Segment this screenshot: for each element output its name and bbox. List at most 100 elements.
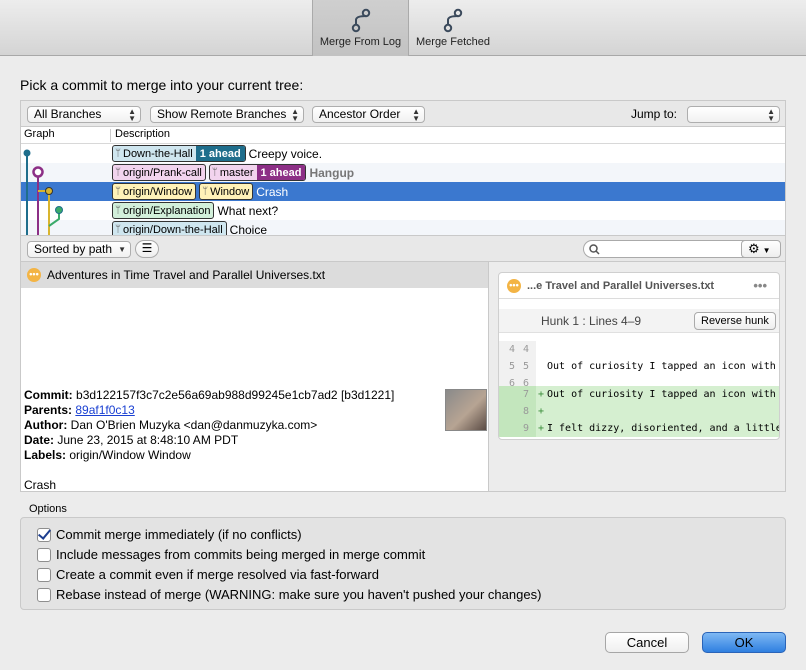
checkbox[interactable] [37,587,51,602]
graph-column-header[interactable]: Graph [24,128,55,140]
commit-message: Creepy voice. [248,146,323,161]
gutter [499,403,536,420]
branch-icon: ᛘ [202,186,209,197]
diff-line: 5 5 Out of curiosity I tapped an icon with [499,358,779,375]
reverse-hunk-button[interactable]: Reverse hunk [694,312,776,330]
graph-node [55,206,63,214]
toolbar: Merge From Log Merge Fetched [0,0,806,56]
new-line-number: 9 [522,423,529,434]
ok-button[interactable]: OK [702,632,786,653]
branch-icon: ᛘ [115,148,121,159]
branch-merge-icon [351,8,370,33]
branch-tag: ᛘ origin/Down-the-Hall [112,221,227,235]
gear-icon: ⚙ [748,241,760,256]
tag-name: origin/Prank-call [123,166,202,179]
graph-node [32,166,44,178]
hunk-header: Hunk 1 : Lines 4–9 Reverse hunk [499,309,779,333]
order-popup[interactable]: Ancestor Order ▲ ▼ [312,106,425,123]
modified-file-icon: ••• [507,278,521,293]
branches-popup[interactable]: All Branches ▲ ▼ [27,106,141,123]
tab-label: Merge Fetched [416,36,490,48]
branch-icon: ᛘ [115,205,121,216]
tab-label: Merge From Log [319,36,402,48]
branch-merge-icon [443,8,463,33]
modified-file-icon: ••• [27,268,41,282]
popup-value: Ancestor Order [319,107,401,121]
search-input[interactable] [583,240,756,258]
commit-row[interactable]: ᛘ Down-the-Hall 1 ahead Creepy voice. [21,144,785,163]
gear-menu-button[interactable]: ⚙ ▼ [741,240,781,258]
description-column-header[interactable]: Description [115,128,170,140]
branch-icon: ᛘ [115,186,121,197]
more-options-icon[interactable]: ••• [753,278,767,293]
ahead-badge: 1 ahead [195,146,245,161]
date-line: Date: June 23, 2015 at 8:48:10 AM PDT [24,433,488,448]
commit-label: Commit: [24,388,73,402]
commit-row[interactable]: ᛘ origin/Prank-call ᛘ master 1 ahead Hangup [21,163,785,182]
commit-message: Choice [229,222,268,236]
date-value: June 23, 2015 at 8:48:10 AM PDT [57,433,239,447]
commit-body: Crash [24,478,57,492]
popup-value: All Branches [34,107,102,121]
jump-to-popup[interactable]: ▲ ▼ [687,106,780,123]
commit-list[interactable]: Graph Description ᛘ Down-the-Hall 1 ahead … [20,126,786,236]
commit-line: Commit: b3d122157f3c7c2e56a69ab988d99245… [24,388,488,403]
merge-fetched-tab[interactable]: Merge Fetched [409,0,497,56]
checkbox[interactable] [37,547,51,562]
file-list: ••• Adventures in Time Travel and Parall… [20,262,489,384]
diff-mark: + [538,389,545,400]
fast-forward-commit-option[interactable]: Create a commit even if merge resolved v… [37,567,379,582]
list-header: Graph Description [21,127,785,144]
include-messages-option[interactable]: Include messages from commits being merg… [37,547,425,562]
parent-link[interactable]: 89af1f0c13 [75,403,134,417]
chevron-down-icon: ▼ [118,245,126,254]
gutter [499,386,536,403]
branch-tag: ᛘ Down-the-Hall 1 ahead [112,145,246,162]
checkbox[interactable] [37,567,51,582]
new-line-number: 7 [522,389,529,400]
diff-file-header: ••• ...e Travel and Parallel Universes.t… [499,273,779,299]
author-label: Author: [24,418,68,432]
commit-row[interactable]: ᛘ origin/Down-the-Hall Choice [21,220,785,236]
labels-value: origin/Window Window [69,448,191,462]
file-row[interactable]: ••• Adventures in Time Travel and Parall… [21,262,489,288]
branch-icon: ᛘ [211,167,218,178]
diff-text: Out of curiosity I tapped an icon with [547,389,776,400]
commit-message: Crash [256,184,289,199]
file-toolbar: Sorted by path ▼ ☰ ⚙ ▼ [20,236,786,262]
commit-sha: b3d122157f3c7c2e56a69ab988d99245e1cb7ad2… [76,388,395,402]
tag-name: origin/Explanation [123,204,211,217]
commit-immediately-option[interactable]: Commit merge immediately (if no conflict… [37,527,302,542]
option-label: Commit merge immediately (if no conflict… [56,527,302,542]
merge-from-log-tab[interactable]: Merge From Log [312,0,409,56]
updown-arrow-icon: ▲ ▼ [412,107,420,123]
list-view-icon[interactable]: ☰ [135,240,159,258]
diff-text: Out of curiosity I tapped an icon with [547,361,776,372]
commit-message: Hangup [309,165,355,180]
rebase-option[interactable]: Rebase instead of merge (WARNING: make s… [37,587,541,602]
commit-row-selected[interactable]: ᛘ origin/Window ᛘ Window Crash [21,182,785,201]
graph-node [23,149,31,157]
date-label: Date: [24,433,55,447]
merge-prompt: Pick a commit to merge into your current… [20,77,304,93]
diff-file-title: ...e Travel and Parallel Universes.txt [527,279,715,292]
ahead-badge: 1 ahead [256,165,306,180]
commit-row[interactable]: ᛘ origin/Explanation What next? [21,201,785,220]
options-group: Commit merge immediately (if no conflict… [20,517,786,610]
new-line-number: 4 [522,344,529,355]
labels-line: Labels: origin/Window Window [24,448,488,463]
file-name: Adventures in Time Travel and Parallel U… [47,268,326,282]
diff-card: ••• ...e Travel and Parallel Universes.t… [498,272,780,440]
checkbox-checked[interactable] [37,527,51,542]
sort-popup[interactable]: Sorted by path ▼ [27,241,131,258]
diff-mark: + [538,423,545,434]
diff-line: 44 [499,341,779,358]
branch-icon: ᛘ [115,167,121,178]
commit-message: What next? [217,203,279,218]
cancel-button[interactable]: Cancel [605,632,689,653]
remote-branches-popup[interactable]: Show Remote Branches ▲ ▼ [150,106,304,123]
option-label: Include messages from commits being merg… [56,547,426,562]
updown-arrow-icon: ▲ ▼ [767,107,775,123]
branch-tag: ᛘ Window [199,183,254,200]
old-line-number: 4 [508,344,515,355]
